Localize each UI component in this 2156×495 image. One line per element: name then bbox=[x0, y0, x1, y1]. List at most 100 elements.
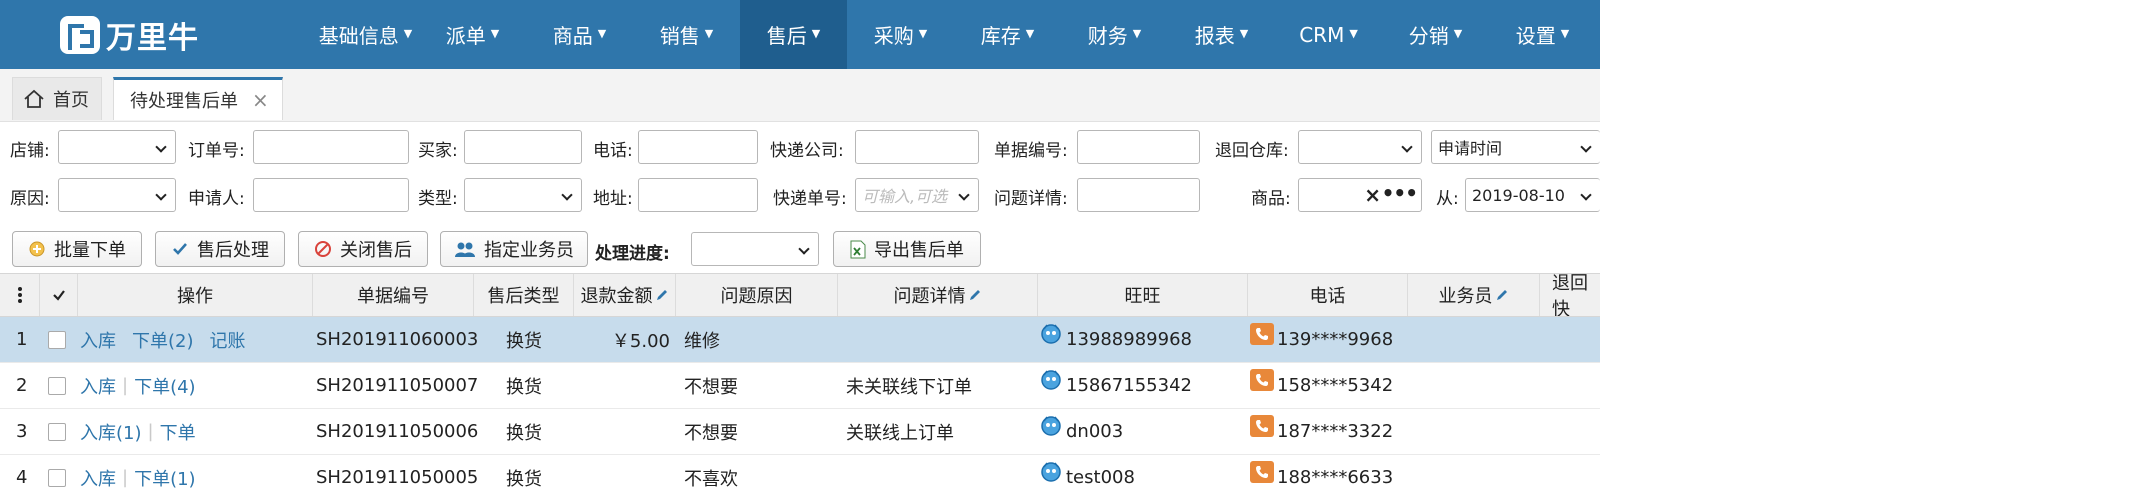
wangwang-icon[interactable] bbox=[1040, 369, 1062, 391]
wangwang-icon[interactable] bbox=[1040, 415, 1062, 437]
more-icon[interactable]: ••• bbox=[1382, 181, 1418, 205]
row-action-link[interactable]: 入库 bbox=[80, 327, 116, 353]
progress-select[interactable] bbox=[691, 232, 819, 266]
export-aftersales-button[interactable]: 导出售后单 bbox=[833, 231, 981, 267]
doc-no-input[interactable] bbox=[1077, 130, 1200, 164]
tracking-no-combo[interactable]: 可输入,可选 bbox=[855, 178, 979, 212]
applicant-input[interactable] bbox=[253, 178, 409, 212]
courier-input[interactable] bbox=[855, 130, 979, 164]
row-checkbox[interactable] bbox=[48, 330, 66, 349]
clear-icon[interactable]: × bbox=[1364, 183, 1381, 207]
nav-item[interactable]: 派单 ▼ bbox=[419, 0, 526, 69]
column-staff-label: 业务员 bbox=[1438, 286, 1493, 307]
row-checkbox[interactable] bbox=[48, 468, 66, 487]
row-phone: 139****9968 bbox=[1250, 317, 1408, 362]
phone-icon[interactable] bbox=[1250, 414, 1274, 437]
close-aftersales-button[interactable]: 关闭售后 bbox=[298, 231, 428, 267]
row-action-link[interactable]: 入库(1) bbox=[80, 419, 142, 445]
row-refund-amount bbox=[574, 409, 670, 454]
tab-home-label: 首页 bbox=[53, 90, 89, 111]
reason-select[interactable] bbox=[58, 178, 176, 212]
column-menu-icon[interactable] bbox=[0, 274, 40, 316]
table-row[interactable]: 1 入库 下单(2) 记账 SH201911060003 换货 ￥5.00 维修 13988… bbox=[0, 317, 1600, 363]
tab-pending-aftersales[interactable]: 待处理售后单 × bbox=[113, 77, 283, 120]
table-body: 1 入库 下单(2) 记账 SH201911060003 换货 ￥5.00 维修 13988… bbox=[0, 317, 1600, 495]
caret-down-icon: ▼ bbox=[597, 26, 607, 40]
excel-icon bbox=[850, 240, 866, 259]
column-issue-detail[interactable]: 问题详情 bbox=[838, 274, 1038, 316]
link-separator: | bbox=[122, 375, 129, 396]
users-icon bbox=[454, 240, 476, 258]
brand-logo[interactable]: 万里牛 bbox=[0, 13, 312, 57]
nav-item[interactable]: 基础信息 ▼ bbox=[312, 0, 419, 69]
row-doc-no: SH201911050006 bbox=[316, 421, 479, 442]
check-icon bbox=[171, 240, 189, 258]
nav-item-label: 报表 bbox=[1194, 24, 1235, 48]
row-wangwang: test008 bbox=[1040, 455, 1245, 495]
row-action-link[interactable]: 下单(4) bbox=[134, 373, 196, 399]
progress-label: 处理进度: bbox=[595, 244, 670, 264]
row-staff bbox=[1410, 317, 1538, 362]
tab-home[interactable]: 首页 bbox=[12, 77, 102, 120]
close-icon[interactable]: × bbox=[252, 88, 269, 112]
assign-staff-button[interactable]: 指定业务员 bbox=[440, 231, 588, 267]
from-date-select[interactable]: 2019-08-10 bbox=[1465, 178, 1600, 212]
row-action-link[interactable]: 下单(2) bbox=[132, 327, 194, 353]
nav-item[interactable]: CRM ▼ bbox=[1275, 0, 1382, 69]
phone-icon[interactable] bbox=[1250, 368, 1274, 391]
order-no-input[interactable] bbox=[253, 130, 409, 164]
column-staff[interactable]: 业务员 bbox=[1408, 274, 1540, 316]
phone-icon[interactable] bbox=[1250, 322, 1274, 345]
product-picker[interactable]: × ••• bbox=[1298, 178, 1422, 212]
nav-item[interactable]: 分销 ▼ bbox=[1382, 0, 1489, 69]
table-row[interactable]: 4 入库 | 下单(1) SH201911050005 换货 不喜欢 test008 188**… bbox=[0, 455, 1600, 495]
issue-detail-input[interactable] bbox=[1077, 178, 1200, 212]
column-aftersales-type[interactable]: 售后类型 bbox=[474, 274, 574, 316]
from-date-value: 2019-08-10 bbox=[1472, 185, 1565, 205]
nav-item[interactable]: 报表 ▼ bbox=[1168, 0, 1275, 69]
buyer-input[interactable] bbox=[464, 130, 582, 164]
wangwang-icon[interactable] bbox=[1040, 323, 1062, 345]
from-label: 从: bbox=[1436, 189, 1459, 209]
nav-item-label: 分销 bbox=[1408, 24, 1449, 48]
table-row[interactable]: 2 入库 | 下单(4) SH201911050007 换货 不想要 未关联线下订单 15867… bbox=[0, 363, 1600, 409]
column-wangwang[interactable]: 旺旺 bbox=[1038, 274, 1248, 316]
nav-item[interactable]: 采购 ▼ bbox=[847, 0, 954, 69]
type-select[interactable] bbox=[464, 178, 582, 212]
nav-item-label: 基础信息 bbox=[318, 24, 399, 48]
phone-input[interactable] bbox=[638, 130, 758, 164]
row-action-link[interactable]: 入库 bbox=[80, 373, 116, 399]
column-doc-no[interactable]: 单据编号 bbox=[313, 274, 474, 316]
column-refund-amount[interactable]: 退款金额 bbox=[574, 274, 676, 316]
row-doc-no: SH201911050007 bbox=[316, 375, 479, 396]
nav-item[interactable]: 销售 ▼ bbox=[633, 0, 740, 69]
nav-item[interactable]: 财务 ▼ bbox=[1061, 0, 1168, 69]
shop-select[interactable] bbox=[58, 130, 176, 164]
column-return-courier[interactable]: 退回快 bbox=[1540, 274, 1600, 316]
nav-item[interactable]: 售后 ▼ bbox=[740, 0, 847, 69]
nav-item[interactable]: 库存 ▼ bbox=[954, 0, 1061, 69]
column-action[interactable]: 操作 bbox=[78, 274, 313, 316]
address-input[interactable] bbox=[638, 178, 758, 212]
nav-item[interactable]: 商品 ▼ bbox=[526, 0, 633, 69]
row-action-link[interactable]: 下单 bbox=[160, 419, 196, 445]
aftersales-process-button[interactable]: 售后处理 bbox=[155, 231, 285, 267]
column-issue-reason[interactable]: 问题原因 bbox=[676, 274, 838, 316]
column-phone[interactable]: 电话 bbox=[1248, 274, 1408, 316]
row-action-link[interactable]: 记账 bbox=[210, 327, 246, 353]
phone-icon[interactable] bbox=[1250, 460, 1274, 483]
date-type-select[interactable]: 申请时间 bbox=[1431, 130, 1600, 164]
nav-item[interactable]: 设置 ▼ bbox=[1489, 0, 1596, 69]
return-warehouse-select[interactable] bbox=[1298, 130, 1422, 164]
select-all-check-icon[interactable] bbox=[40, 274, 78, 316]
row-action-link[interactable]: 入库 bbox=[80, 465, 116, 491]
batch-order-button[interactable]: 批量下单 bbox=[12, 231, 142, 267]
table-row[interactable]: 3 入库(1) | 下单 SH201911050006 换货 不想要 关联线上订单 dn003 1… bbox=[0, 409, 1600, 455]
row-checkbox[interactable] bbox=[48, 376, 66, 395]
wangwang-icon[interactable] bbox=[1040, 461, 1062, 483]
row-aftersales-type: 换货 bbox=[506, 376, 542, 398]
applicant-label: 申请人: bbox=[188, 189, 245, 209]
row-checkbox[interactable] bbox=[48, 422, 66, 441]
row-staff bbox=[1410, 409, 1538, 454]
row-action-link[interactable]: 下单(1) bbox=[134, 465, 196, 491]
